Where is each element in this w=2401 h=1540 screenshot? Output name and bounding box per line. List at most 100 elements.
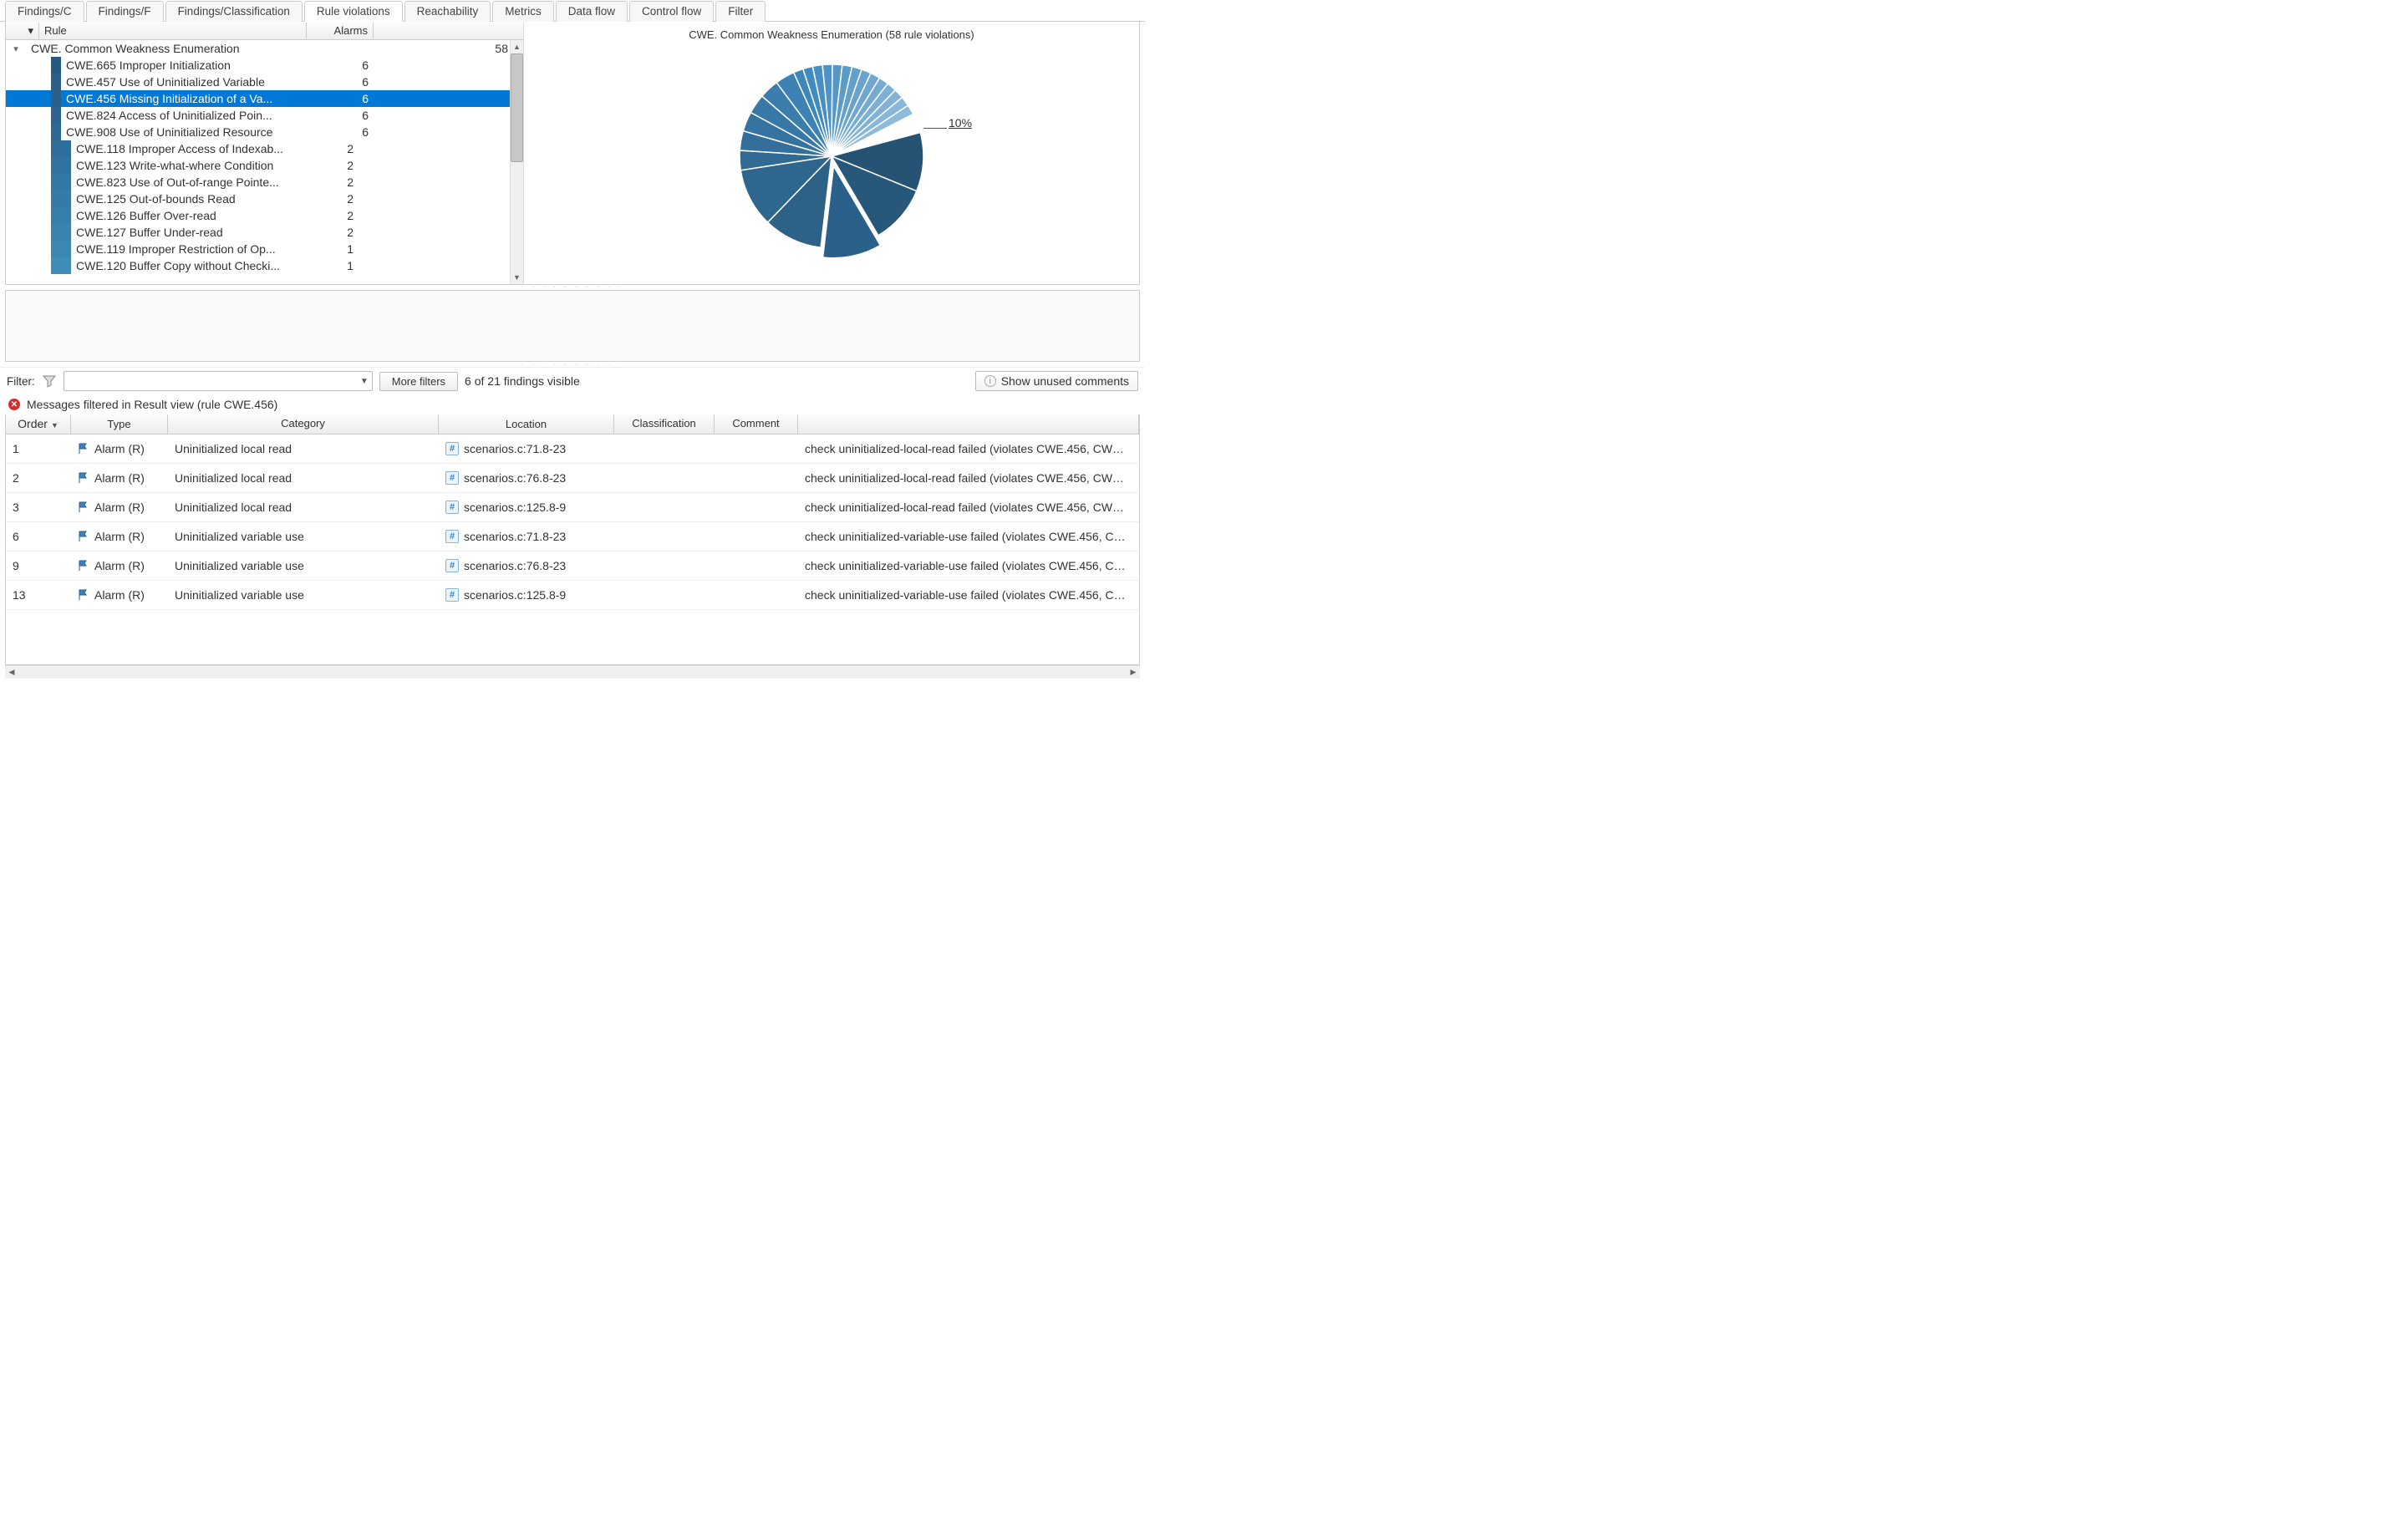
- rule-row[interactable]: CWE.126 Buffer Over-read2: [6, 207, 523, 224]
- cell-location[interactable]: #scenarios.c:76.8-23: [439, 471, 614, 485]
- rule-row[interactable]: CWE.908 Use of Uninitialized Resource6: [6, 124, 523, 140]
- tab-reachability[interactable]: Reachability: [404, 1, 491, 22]
- pie-chart[interactable]: [723, 48, 940, 265]
- funnel-icon: [42, 374, 57, 389]
- density-bar: [51, 174, 71, 191]
- cell-category: Uninitialized variable use: [168, 530, 439, 543]
- filter-message-text: Messages filtered in Result view (rule C…: [27, 398, 277, 411]
- rule-row[interactable]: CWE.118 Improper Access of Indexab...2: [6, 140, 523, 157]
- col-order[interactable]: Order▼: [6, 414, 71, 434]
- rule-alarm-count: 6: [317, 92, 384, 105]
- tab-bar: Findings/CFindings/FFindings/Classificat…: [0, 0, 1145, 22]
- findings-row[interactable]: 6Alarm (R)Uninitialized variable use#sce…: [6, 522, 1139, 551]
- col-message[interactable]: [798, 414, 1139, 434]
- cell-message: check uninitialized-variable-use failed …: [798, 588, 1139, 602]
- tab-findings-f[interactable]: Findings/F: [86, 1, 164, 22]
- rule-alarm-count: 6: [317, 125, 384, 139]
- col-category[interactable]: Category: [168, 414, 439, 434]
- tab-findings-c[interactable]: Findings/C: [5, 1, 84, 22]
- flag-icon: [78, 531, 89, 542]
- cell-type: Alarm (R): [71, 501, 168, 514]
- findings-body: 1Alarm (R)Uninitialized local read#scena…: [6, 435, 1139, 664]
- cell-location[interactable]: #scenarios.c:125.8-9: [439, 501, 614, 514]
- flag-icon: [78, 443, 89, 455]
- show-unused-comments-button[interactable]: i Show unused comments: [975, 371, 1138, 391]
- density-bar: [51, 124, 61, 140]
- tab-rule-violations[interactable]: Rule violations: [304, 1, 403, 22]
- rule-alarm-count: 2: [302, 142, 369, 155]
- cell-type: Alarm (R): [71, 559, 168, 572]
- rule-row[interactable]: CWE.123 Write-what-where Condition2: [6, 157, 523, 174]
- scroll-up-icon[interactable]: ▲: [511, 40, 523, 53]
- hash-icon: #: [445, 501, 459, 514]
- vertical-scrollbar[interactable]: ▲ ▼: [510, 40, 523, 284]
- tab-metrics[interactable]: Metrics: [492, 1, 554, 22]
- cell-order: 9: [6, 559, 71, 572]
- scrollbar-thumb[interactable]: [511, 53, 523, 162]
- scroll-right-icon[interactable]: ▶: [1127, 668, 1140, 677]
- hash-icon: #: [445, 471, 459, 485]
- rule-alarm-count: 6: [317, 75, 384, 89]
- rule-alarm-count: 6: [317, 109, 384, 122]
- rule-row[interactable]: CWE.823 Use of Out-of-range Pointe...2: [6, 174, 523, 191]
- rule-label: CWE.123 Write-what-where Condition: [76, 159, 302, 172]
- tab-findings-class[interactable]: Findings/Classification: [165, 1, 303, 22]
- error-icon: ✕: [8, 399, 20, 410]
- col-location[interactable]: Location: [439, 414, 614, 434]
- rule-row[interactable]: CWE.824 Access of Uninitialized Poin...6: [6, 107, 523, 124]
- findings-row[interactable]: 9Alarm (R)Uninitialized variable use#sce…: [6, 551, 1139, 581]
- density-bar: [51, 207, 71, 224]
- tab-filter[interactable]: Filter: [715, 1, 766, 22]
- chart-title: CWE. Common Weakness Enumeration (58 rul…: [689, 28, 974, 41]
- rule-row[interactable]: CWE.119 Improper Restriction of Op...1: [6, 241, 523, 257]
- cell-location[interactable]: #scenarios.c:71.8-23: [439, 442, 614, 455]
- rule-row[interactable]: CWE.127 Buffer Under-read2: [6, 224, 523, 241]
- scroll-left-icon[interactable]: ◀: [5, 668, 18, 677]
- rule-menu-dropdown[interactable]: ▾: [6, 23, 39, 39]
- density-bar: [51, 57, 61, 74]
- findings-row[interactable]: 3Alarm (R)Uninitialized local read#scena…: [6, 493, 1139, 522]
- sort-desc-icon: ▼: [51, 421, 58, 429]
- rule-label: CWE.127 Buffer Under-read: [76, 226, 302, 239]
- cell-category: Uninitialized variable use: [168, 559, 439, 572]
- tab-control-flow[interactable]: Control flow: [629, 1, 714, 22]
- scroll-down-icon[interactable]: ▼: [511, 271, 523, 284]
- rule-row[interactable]: ▾CWE. Common Weakness Enumeration58: [6, 40, 523, 57]
- detail-pane: [5, 290, 1140, 362]
- findings-row[interactable]: 13Alarm (R)Uninitialized variable use#sc…: [6, 581, 1139, 610]
- info-icon: i: [984, 375, 996, 387]
- rule-row[interactable]: CWE.665 Improper Initialization6: [6, 57, 523, 74]
- density-bar: [51, 107, 61, 124]
- tab-data-flow[interactable]: Data flow: [556, 1, 628, 22]
- col-alarms[interactable]: Alarms: [307, 23, 374, 38]
- rule-row[interactable]: CWE.125 Out-of-bounds Read2: [6, 191, 523, 207]
- hash-icon: #: [445, 442, 459, 455]
- rule-row[interactable]: CWE.456 Missing Initialization of a Va..…: [6, 90, 523, 107]
- findings-row[interactable]: 1Alarm (R)Uninitialized local read#scena…: [6, 435, 1139, 464]
- cell-location[interactable]: #scenarios.c:71.8-23: [439, 530, 614, 543]
- rule-label: CWE.457 Use of Uninitialized Variable: [66, 75, 317, 89]
- horizontal-scrollbar[interactable]: ◀ ▶: [5, 665, 1140, 679]
- rule-alarm-count: 2: [302, 226, 369, 239]
- rule-alarm-count: 6: [317, 58, 384, 72]
- cell-location[interactable]: #scenarios.c:76.8-23: [439, 559, 614, 572]
- rule-row[interactable]: CWE.457 Use of Uninitialized Variable6: [6, 74, 523, 90]
- findings-row[interactable]: 2Alarm (R)Uninitialized local read#scena…: [6, 464, 1139, 493]
- cell-category: Uninitialized local read: [168, 471, 439, 485]
- cell-message: check uninitialized-local-read failed (v…: [798, 471, 1139, 485]
- cell-location[interactable]: #scenarios.c:125.8-9: [439, 588, 614, 602]
- col-rule[interactable]: Rule: [39, 23, 307, 38]
- expand-toggle-icon[interactable]: ▾: [6, 43, 26, 54]
- rule-row[interactable]: CWE.120 Buffer Copy without Checki...1: [6, 257, 523, 274]
- filter-combobox[interactable]: ▼: [64, 371, 373, 391]
- cell-order: 6: [6, 530, 71, 543]
- findings-visible-count: 6 of 21 findings visible: [465, 374, 580, 388]
- hash-icon: #: [445, 559, 459, 572]
- more-filters-button[interactable]: More filters: [379, 372, 458, 391]
- col-classification[interactable]: Classification: [614, 414, 715, 434]
- col-type[interactable]: Type: [71, 414, 168, 434]
- cell-message: check uninitialized-local-read failed (v…: [798, 442, 1139, 455]
- density-bar: [51, 257, 71, 274]
- hash-icon: #: [445, 588, 459, 602]
- col-comment[interactable]: Comment: [715, 414, 798, 434]
